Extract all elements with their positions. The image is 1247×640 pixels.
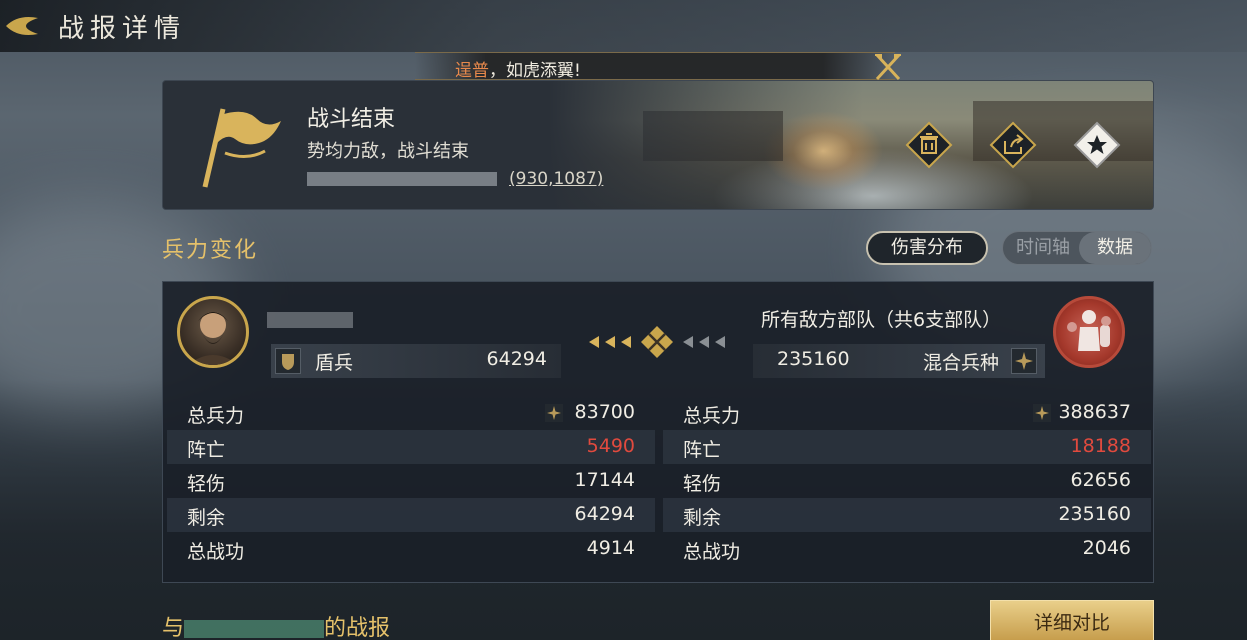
stat-label: 总战功 [683, 541, 741, 563]
toggle-data[interactable]: 数据 [1079, 232, 1151, 264]
stat-row-wounded: 轻伤 62656 [663, 464, 1151, 498]
troop-type-icon [1033, 404, 1051, 422]
stat-value: 18188 [1070, 435, 1131, 457]
stat-label: 剩余 [683, 507, 722, 529]
section-title: 兵力变化 [162, 238, 259, 263]
banner-hero-name: 逞普 [455, 61, 489, 81]
player-stats-table: 总兵力 83700 阵亡 5490 轻伤 17144 剩余 64294 总战功 … [167, 396, 655, 566]
page-title: 战报详情 [58, 14, 187, 44]
stat-value: 5490 [586, 435, 635, 457]
crossed-swords-icon [873, 53, 903, 81]
stat-value: 17144 [574, 469, 635, 491]
player-avatar[interactable] [177, 296, 249, 368]
stat-value: 83700 [574, 401, 635, 423]
battle-summary-card: 战斗结束 势均力敌，战斗结束 (930,1087) [162, 80, 1154, 210]
stat-row-merit: 总战功 2046 [663, 532, 1151, 566]
stat-row-total: 总兵力 83700 [167, 396, 655, 430]
stat-row-wounded: 轻伤 17144 [167, 464, 655, 498]
stat-row-killed: 阵亡 18188 [663, 430, 1151, 464]
detailed-comparison-button[interactable]: 详细对比 [990, 600, 1154, 640]
damage-distribution-button[interactable]: 伤害分布 [866, 231, 988, 265]
event-banner: 逞普，如虎添翼! [415, 52, 901, 81]
stat-label: 阵亡 [187, 439, 226, 461]
battle-result-subtitle: 势均力敌，战斗结束 [307, 141, 469, 162]
toggle-timeline[interactable]: 时间轴 [1007, 232, 1079, 264]
banner-text: 逞普，如虎添翼! [455, 56, 581, 81]
battle-report-with-title: 与 的战报 [162, 610, 390, 640]
stat-label: 轻伤 [187, 473, 226, 495]
stat-label: 阵亡 [683, 439, 722, 461]
view-toggle[interactable]: 时间轴 数据 [1002, 231, 1152, 265]
redacted-opponent-name [184, 620, 325, 638]
stat-value: 4914 [586, 537, 635, 559]
bottom-suffix: 的战报 [324, 616, 391, 640]
enemy-avatar[interactable] [1053, 296, 1125, 368]
share-button[interactable] [989, 121, 1037, 169]
stat-row-remaining: 剩余 64294 [167, 498, 655, 532]
stat-value: 62656 [1070, 469, 1131, 491]
stat-label: 总战功 [187, 541, 245, 563]
location-coordinates-link[interactable]: (930,1087) [509, 169, 603, 189]
stat-row-killed: 阵亡 5490 [167, 430, 655, 464]
favorite-button[interactable] [1073, 121, 1121, 169]
mixed-troops-icon [1011, 348, 1037, 374]
troop-type-icon [545, 404, 563, 422]
enemy-title: 所有敌方部队（共6支部队） [761, 309, 1002, 331]
player-unit-row: 盾兵 64294 [271, 344, 561, 378]
stat-value: 388637 [1058, 401, 1131, 423]
enemy-unit-count: 235160 [777, 348, 850, 370]
battle-result-title: 战斗结束 [307, 107, 396, 132]
stat-label: 轻伤 [683, 473, 722, 495]
stat-value: 64294 [574, 503, 635, 525]
stat-value: 235160 [1058, 503, 1131, 525]
enemy-stats-table: 总兵力 388637 阵亡 18188 轻伤 62656 剩余 235160 总… [663, 396, 1151, 566]
stat-label: 总兵力 [187, 405, 245, 427]
banner-message: ，如虎添翼! [489, 61, 581, 81]
delete-button[interactable] [905, 121, 953, 169]
shield-icon [275, 348, 301, 374]
enemy-unit-row: 235160 混合兵种 [753, 344, 1045, 378]
versus-indicator [577, 324, 737, 360]
stat-row-total: 总兵力 388637 [663, 396, 1151, 430]
stat-label: 剩余 [187, 507, 226, 529]
stat-row-merit: 总战功 4914 [167, 532, 655, 566]
troop-stats-panel: 盾兵 64294 所有敌方部队（共6支部队） 235160 混合兵种 总兵力 8… [162, 281, 1154, 583]
enemy-unit-type: 混合兵种 [922, 352, 999, 374]
battle-location: (930,1087) [307, 169, 603, 189]
bottom-prefix: 与 [162, 616, 185, 640]
back-arrow-icon[interactable] [4, 12, 44, 40]
stat-label: 总兵力 [683, 405, 741, 427]
player-unit-count: 64294 [486, 348, 547, 370]
top-bar: 战报详情 [0, 0, 1247, 52]
player-unit-type: 盾兵 [315, 352, 354, 374]
stat-value: 2046 [1082, 537, 1131, 559]
stat-row-remaining: 剩余 235160 [663, 498, 1151, 532]
redacted-player-name [267, 312, 353, 328]
redacted-location [307, 172, 497, 186]
battle-flag-icon [195, 103, 285, 189]
